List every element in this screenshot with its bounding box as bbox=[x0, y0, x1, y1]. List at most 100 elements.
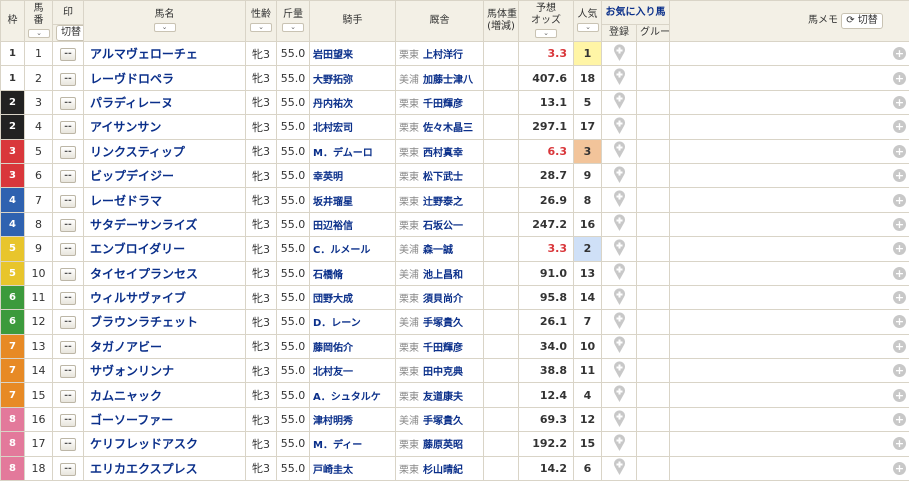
trainer-link[interactable]: 手塚貴久 bbox=[423, 318, 463, 329]
pin-add-icon[interactable] bbox=[612, 409, 627, 428]
trainer-link[interactable]: 手塚貴久 bbox=[423, 416, 463, 427]
horse-name-link[interactable]: アルマヴェローチェ bbox=[83, 40, 246, 67]
horse-name-link[interactable]: レーゼドラマ bbox=[83, 187, 246, 213]
memo-switch-button[interactable]: ⟳ 切替 bbox=[841, 13, 883, 29]
horse-name-link[interactable]: ゴーソーファー bbox=[83, 406, 246, 433]
header-weight[interactable]: 斤量 ⌄ bbox=[276, 0, 310, 42]
trainer-link[interactable]: 辻野泰之 bbox=[423, 197, 463, 208]
horse-name-link[interactable]: レーヴドロペラ bbox=[83, 65, 246, 91]
horse-name-link[interactable]: サヴォンリンナ bbox=[83, 358, 246, 384]
sort-icon[interactable]: ⌄ bbox=[153, 23, 176, 32]
horse-name-link[interactable]: パラディレーヌ bbox=[83, 89, 246, 116]
mark-button[interactable]: -- bbox=[60, 72, 76, 86]
pin-add-icon[interactable] bbox=[612, 91, 627, 110]
add-memo-icon[interactable]: + bbox=[893, 339, 906, 353]
add-memo-icon[interactable]: + bbox=[893, 266, 906, 280]
mark-button[interactable]: -- bbox=[60, 292, 76, 306]
add-memo-icon[interactable]: + bbox=[893, 217, 906, 231]
pin-add-icon[interactable] bbox=[612, 238, 627, 257]
mark-button[interactable]: -- bbox=[60, 48, 76, 62]
pin-add-icon[interactable] bbox=[612, 140, 627, 159]
mark-button[interactable]: -- bbox=[60, 462, 76, 476]
horse-name-link[interactable]: ウィルサヴァイブ bbox=[83, 284, 246, 311]
horse-name-link[interactable]: エンブロイダリー bbox=[83, 236, 246, 262]
jockey-link[interactable]: 北村友一 bbox=[309, 358, 396, 384]
mark-button[interactable]: -- bbox=[60, 438, 76, 452]
header-horse-name[interactable]: 馬名 ⌄ bbox=[83, 0, 246, 42]
add-memo-icon[interactable]: + bbox=[893, 291, 906, 305]
mark-button[interactable]: -- bbox=[60, 365, 76, 379]
mark-button[interactable]: -- bbox=[60, 96, 76, 110]
jockey-link[interactable]: C．ルメール bbox=[309, 236, 396, 262]
add-memo-icon[interactable]: + bbox=[893, 242, 906, 256]
horse-name-link[interactable]: アイサンサン bbox=[83, 114, 246, 140]
pin-add-icon[interactable] bbox=[612, 262, 627, 281]
trainer-link[interactable]: 田中克典 bbox=[423, 367, 463, 378]
pin-add-icon[interactable] bbox=[612, 43, 627, 62]
sort-icon[interactable]: ⌄ bbox=[282, 23, 304, 32]
jockey-link[interactable]: 津村明秀 bbox=[309, 406, 396, 433]
pin-add-icon[interactable] bbox=[612, 67, 627, 86]
add-memo-icon[interactable]: + bbox=[893, 315, 906, 329]
trainer-link[interactable]: 石坂公一 bbox=[423, 221, 463, 232]
add-memo-icon[interactable]: + bbox=[893, 71, 906, 85]
mark-button[interactable]: -- bbox=[60, 414, 76, 428]
add-memo-icon[interactable]: + bbox=[893, 144, 906, 158]
horse-name-link[interactable]: サタデーサンライズ bbox=[83, 211, 246, 238]
trainer-link[interactable]: 松下武士 bbox=[423, 172, 463, 183]
pin-add-icon[interactable] bbox=[612, 360, 627, 379]
mark-switch-button[interactable]: 切替 bbox=[56, 25, 83, 41]
jockey-link[interactable]: 丹内祐次 bbox=[309, 89, 396, 116]
pin-add-icon[interactable] bbox=[612, 311, 627, 330]
horse-name-link[interactable]: タガノアビー bbox=[83, 333, 246, 360]
pin-add-icon[interactable] bbox=[612, 287, 627, 306]
jockey-link[interactable]: 戸崎圭太 bbox=[309, 455, 396, 482]
add-memo-icon[interactable]: + bbox=[893, 413, 906, 427]
mark-button[interactable]: -- bbox=[60, 121, 76, 135]
trainer-link[interactable]: 上村洋行 bbox=[423, 50, 463, 61]
pin-add-icon[interactable] bbox=[612, 433, 627, 452]
trainer-link[interactable]: 森一誠 bbox=[423, 245, 453, 256]
add-memo-icon[interactable]: + bbox=[893, 95, 906, 109]
pin-add-icon[interactable] bbox=[612, 384, 627, 403]
mark-button[interactable]: -- bbox=[60, 194, 76, 208]
add-memo-icon[interactable]: + bbox=[893, 47, 906, 61]
pin-add-icon[interactable] bbox=[612, 457, 627, 476]
mark-button[interactable]: -- bbox=[60, 218, 76, 232]
header-odds[interactable]: 予想 オッズ ⌄ bbox=[518, 0, 574, 42]
pin-add-icon[interactable] bbox=[612, 116, 627, 135]
add-memo-icon[interactable]: + bbox=[893, 437, 906, 451]
header-mark-switch[interactable]: 切替 bbox=[52, 24, 84, 42]
trainer-link[interactable]: 千田輝彦 bbox=[423, 99, 463, 110]
trainer-link[interactable]: 千田輝彦 bbox=[423, 343, 463, 354]
horse-name-link[interactable]: タイセイプランセス bbox=[83, 260, 246, 286]
add-memo-icon[interactable]: + bbox=[893, 364, 906, 378]
trainer-link[interactable]: 佐々木晶三 bbox=[423, 123, 473, 134]
pin-add-icon[interactable] bbox=[612, 189, 627, 208]
sort-icon[interactable]: ⌄ bbox=[250, 23, 272, 32]
horse-name-link[interactable]: ビップデイジー bbox=[83, 162, 246, 189]
add-memo-icon[interactable]: + bbox=[893, 193, 906, 207]
jockey-link[interactable]: 岩田望来 bbox=[309, 40, 396, 67]
trainer-link[interactable]: 須貝尚介 bbox=[423, 294, 463, 305]
header-umaban[interactable]: 馬番 ⌄ bbox=[24, 0, 53, 42]
trainer-link[interactable]: 西村真幸 bbox=[423, 148, 463, 159]
pin-add-icon[interactable] bbox=[612, 165, 627, 184]
add-memo-icon[interactable]: + bbox=[893, 120, 906, 134]
jockey-link[interactable]: 幸英明 bbox=[309, 162, 396, 189]
jockey-link[interactable]: 北村宏司 bbox=[309, 114, 396, 140]
header-popularity[interactable]: 人気 ⌄ bbox=[573, 0, 602, 42]
jockey-link[interactable]: 田辺裕信 bbox=[309, 211, 396, 238]
mark-button[interactable]: -- bbox=[60, 267, 76, 281]
jockey-link[interactable]: D．レーン bbox=[309, 309, 396, 335]
jockey-link[interactable]: M．デムーロ bbox=[309, 138, 396, 164]
mark-button[interactable]: -- bbox=[60, 145, 76, 159]
horse-name-link[interactable]: ケリフレッドアスク bbox=[83, 431, 246, 457]
sort-icon[interactable]: ⌄ bbox=[577, 23, 599, 32]
pin-add-icon[interactable] bbox=[612, 335, 627, 354]
jockey-link[interactable]: 大野拓弥 bbox=[309, 65, 396, 91]
add-memo-icon[interactable]: + bbox=[893, 169, 906, 183]
horse-name-link[interactable]: ブラウンラチェット bbox=[83, 309, 246, 335]
sort-icon[interactable]: ⌄ bbox=[28, 29, 50, 38]
add-memo-icon[interactable]: + bbox=[893, 388, 906, 402]
